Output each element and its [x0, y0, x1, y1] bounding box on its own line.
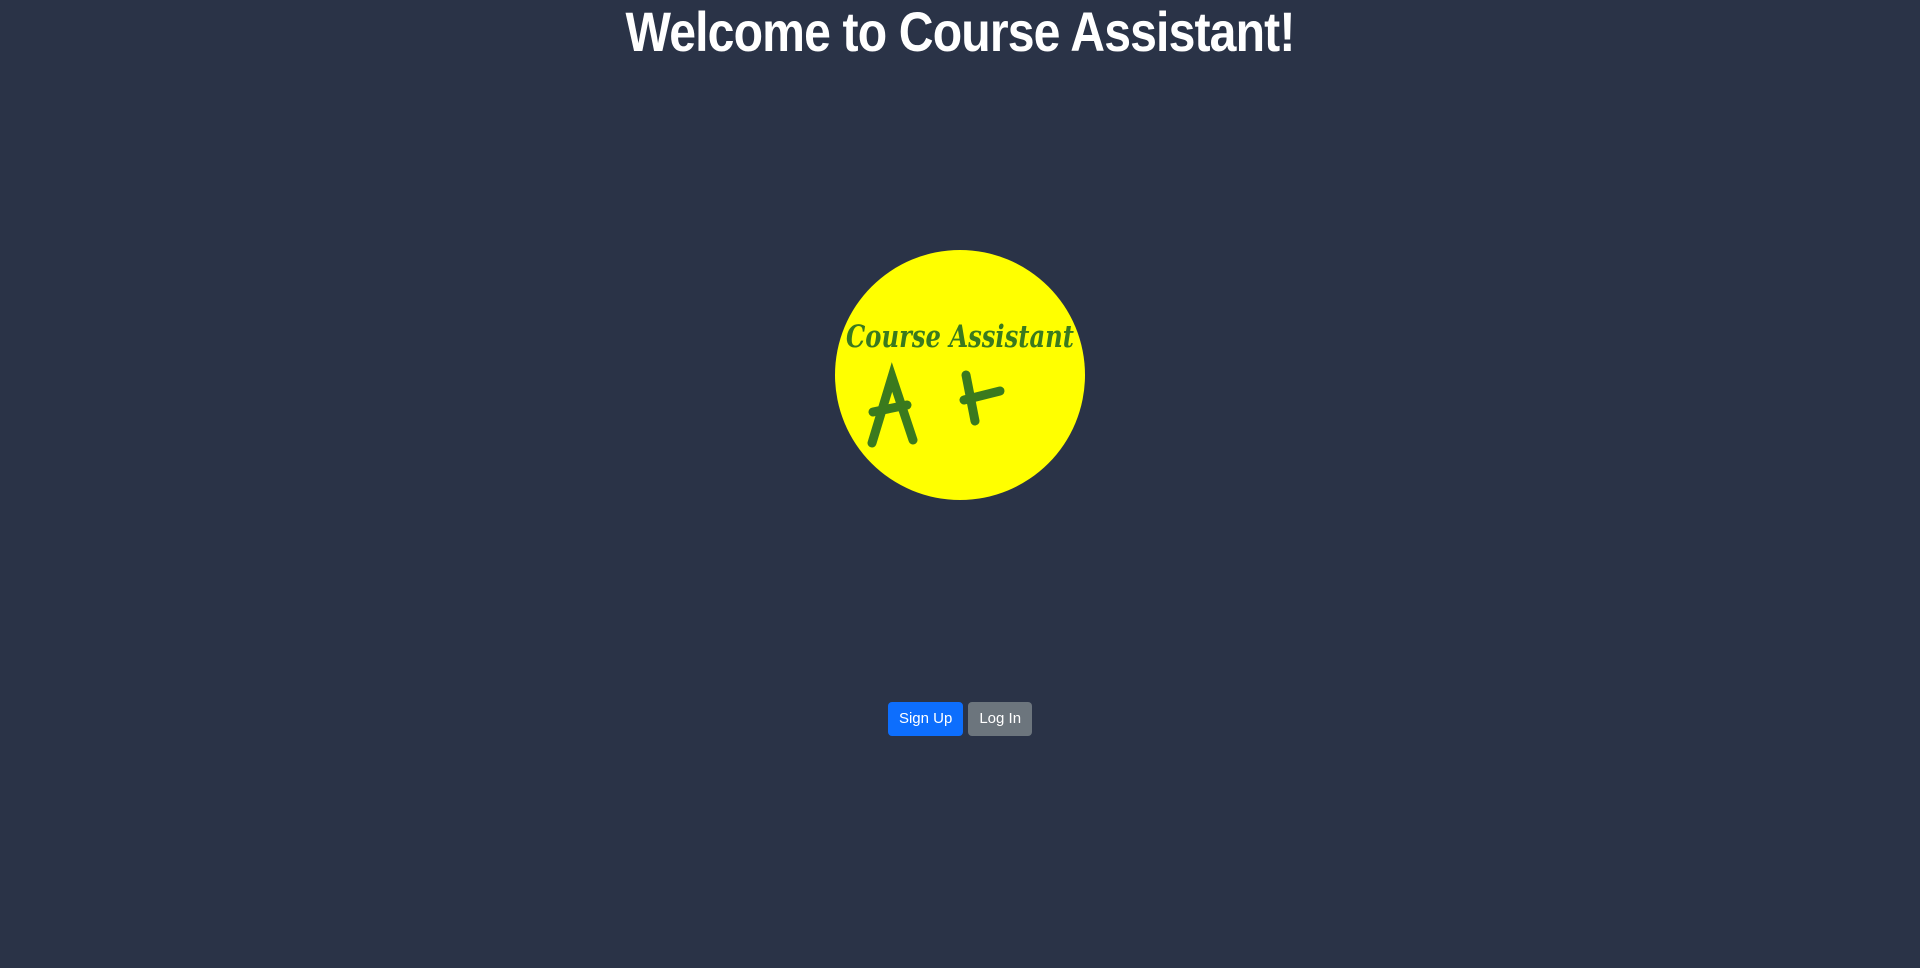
logo-circle — [835, 250, 1085, 500]
course-assistant-logo: Course Assistant — [835, 250, 1085, 500]
logo-graphic: Course Assistant — [835, 250, 1085, 500]
sign-up-button[interactable]: Sign Up — [887, 702, 964, 736]
auth-buttons: Sign Up Log In — [0, 702, 1920, 736]
logo-text: Course Assistant — [846, 319, 1075, 355]
landing-page: Welcome to Course Assistant! Course Assi… — [0, 0, 1920, 968]
log-in-button[interactable]: Log In — [968, 702, 1033, 736]
page-title: Welcome to Course Assistant! — [625, 0, 1295, 63]
